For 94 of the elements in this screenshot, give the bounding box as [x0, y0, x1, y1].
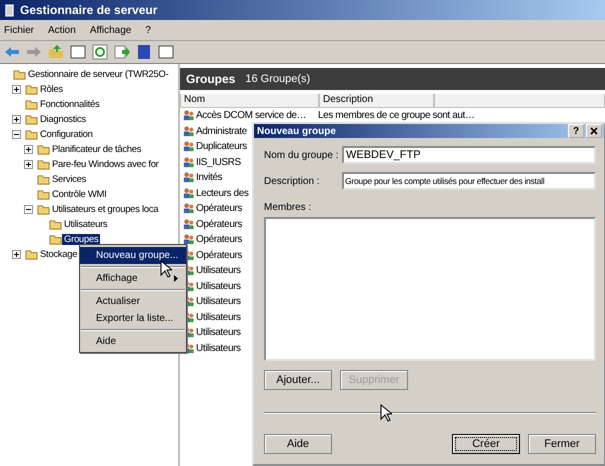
group-name[interactable]: Utilisateurs	[196, 327, 241, 338]
column-header[interactable]: Description	[319, 94, 434, 108]
group-icon	[182, 233, 195, 246]
tree-item[interactable]: Diagnostics	[38, 114, 88, 125]
group-name[interactable]: Accès DCOM service de…	[196, 110, 306, 122]
tree-item[interactable]: Planificateur de tâches	[50, 144, 144, 155]
group-name[interactable]: Utilisateurs	[196, 265, 241, 276]
dialog-title: Nouveau groupe	[257, 126, 336, 136]
group-icon	[182, 171, 195, 184]
group-name[interactable]: Utilisateurs	[196, 296, 241, 308]
column-header[interactable]: Nom	[180, 94, 319, 108]
group-name[interactable]: Utilisateurs	[196, 312, 241, 323]
group-icon	[182, 186, 195, 200]
group-name[interactable]: Opérateurs	[196, 250, 242, 261]
group-icon	[182, 202, 195, 216]
pane-title: Groupes	[186, 72, 236, 86]
expand-toggle-icon[interactable]	[12, 115, 21, 124]
refresh-icon[interactable]	[92, 44, 108, 60]
collapse-toggle-icon[interactable]	[12, 130, 21, 139]
folder-icon	[25, 113, 38, 126]
group-icon	[182, 156, 195, 169]
menu-item[interactable]: Affichage	[90, 24, 132, 36]
close-button[interactable]: Fermer	[528, 434, 596, 454]
collapse-toggle-icon[interactable]	[24, 205, 33, 214]
menu-item[interactable]: Affichage	[80, 270, 186, 287]
folder-icon	[13, 68, 26, 81]
expand-toggle-icon[interactable]	[12, 85, 21, 94]
folder-icon	[37, 143, 50, 156]
tree-item[interactable]: Configuration	[38, 129, 95, 140]
folder-icon	[37, 158, 50, 171]
group-name[interactable]: Administrate	[196, 126, 247, 137]
tree-item[interactable]: Services	[50, 174, 88, 185]
members-label: Membres :	[264, 202, 312, 213]
group-name[interactable]: Lecteurs des	[196, 188, 248, 199]
menu-item[interactable]: Actualiser	[80, 293, 186, 310]
folder-icon	[37, 188, 50, 201]
panel-icon[interactable]	[70, 44, 86, 60]
folder-icon	[25, 248, 38, 261]
create-button[interactable]: Créer	[452, 434, 520, 454]
close-button[interactable]	[586, 124, 602, 138]
menu-item[interactable]: Action	[48, 24, 76, 36]
cursor-icon	[380, 404, 392, 422]
group-icon	[182, 140, 195, 154]
group-icon	[182, 109, 195, 122]
folder-icon	[37, 173, 50, 186]
panel-icon[interactable]	[158, 44, 174, 60]
folder-icon	[37, 203, 50, 216]
expand-toggle-icon[interactable]	[24, 160, 33, 169]
folder-icon	[25, 128, 38, 141]
group-name[interactable]: Invités	[196, 172, 222, 184]
server-icon	[3, 4, 16, 16]
field-label: Nom du groupe :	[264, 150, 340, 160]
group-icon	[182, 218, 195, 231]
group-name[interactable]: Opérateurs	[196, 234, 242, 246]
group-icon	[182, 124, 195, 138]
tree-item[interactable]: Utilisateurs	[62, 219, 110, 230]
tree-item[interactable]: Gestionnaire de serveur (TWR25O-	[26, 69, 170, 80]
tree-item[interactable]: Utilisateurs et groupes loca	[50, 204, 160, 215]
group-count: 16 Groupe(s)	[245, 73, 310, 85]
folder-icon	[25, 98, 38, 111]
folder-icon	[49, 218, 62, 231]
window-title: Gestionnaire de serveur	[20, 3, 158, 17]
field-label: Description :	[264, 176, 321, 186]
expand-toggle-icon[interactable]	[12, 250, 21, 259]
group-name[interactable]: Utilisateurs	[196, 280, 241, 292]
help-button[interactable]: Aide	[264, 434, 332, 454]
tree-item[interactable]: Rôles	[38, 84, 65, 95]
group-description: Les membres de ce groupe sont aut…	[318, 110, 474, 122]
menu-item[interactable]: Exporter la liste...	[80, 310, 186, 327]
folder-icon	[25, 83, 38, 96]
input-field[interactable]: Groupe pour les compte utilisés pour effectuer des install	[342, 172, 596, 190]
tree-item[interactable]: Pare-feu Windows avec for	[50, 159, 161, 170]
add-button[interactable]: Ajouter...	[264, 370, 332, 390]
menu-item[interactable]: Nouveau groupe...	[80, 247, 186, 264]
menu-item[interactable]: ?	[145, 24, 151, 36]
group-name[interactable]: Utilisateurs	[196, 342, 241, 354]
help-button[interactable]: ?	[568, 124, 584, 138]
tree-item[interactable]: Stockage	[38, 249, 80, 260]
menu-item[interactable]: Aide	[80, 333, 186, 350]
tree-item[interactable]: Groupes	[62, 234, 100, 245]
cursor-icon	[160, 260, 172, 278]
tree-item[interactable]: Contrôle WMI	[50, 189, 108, 200]
tree-item[interactable]: Fonctionnalités	[38, 99, 102, 110]
group-name[interactable]: Opérateurs	[196, 203, 242, 214]
folder-icon	[49, 233, 62, 246]
submenu-arrow-icon	[174, 275, 178, 282]
export-icon[interactable]	[114, 44, 130, 60]
group-name[interactable]: Opérateurs	[196, 218, 242, 230]
input-field[interactable]: WEBDEV_FTP	[342, 146, 596, 164]
group-name[interactable]: IIS_IUSRS	[196, 156, 241, 168]
close-icon	[590, 127, 598, 135]
menu-item[interactable]: Fichier	[4, 24, 34, 36]
group-name[interactable]: Duplicateurs	[196, 141, 247, 152]
expand-toggle-icon[interactable]	[24, 145, 33, 154]
